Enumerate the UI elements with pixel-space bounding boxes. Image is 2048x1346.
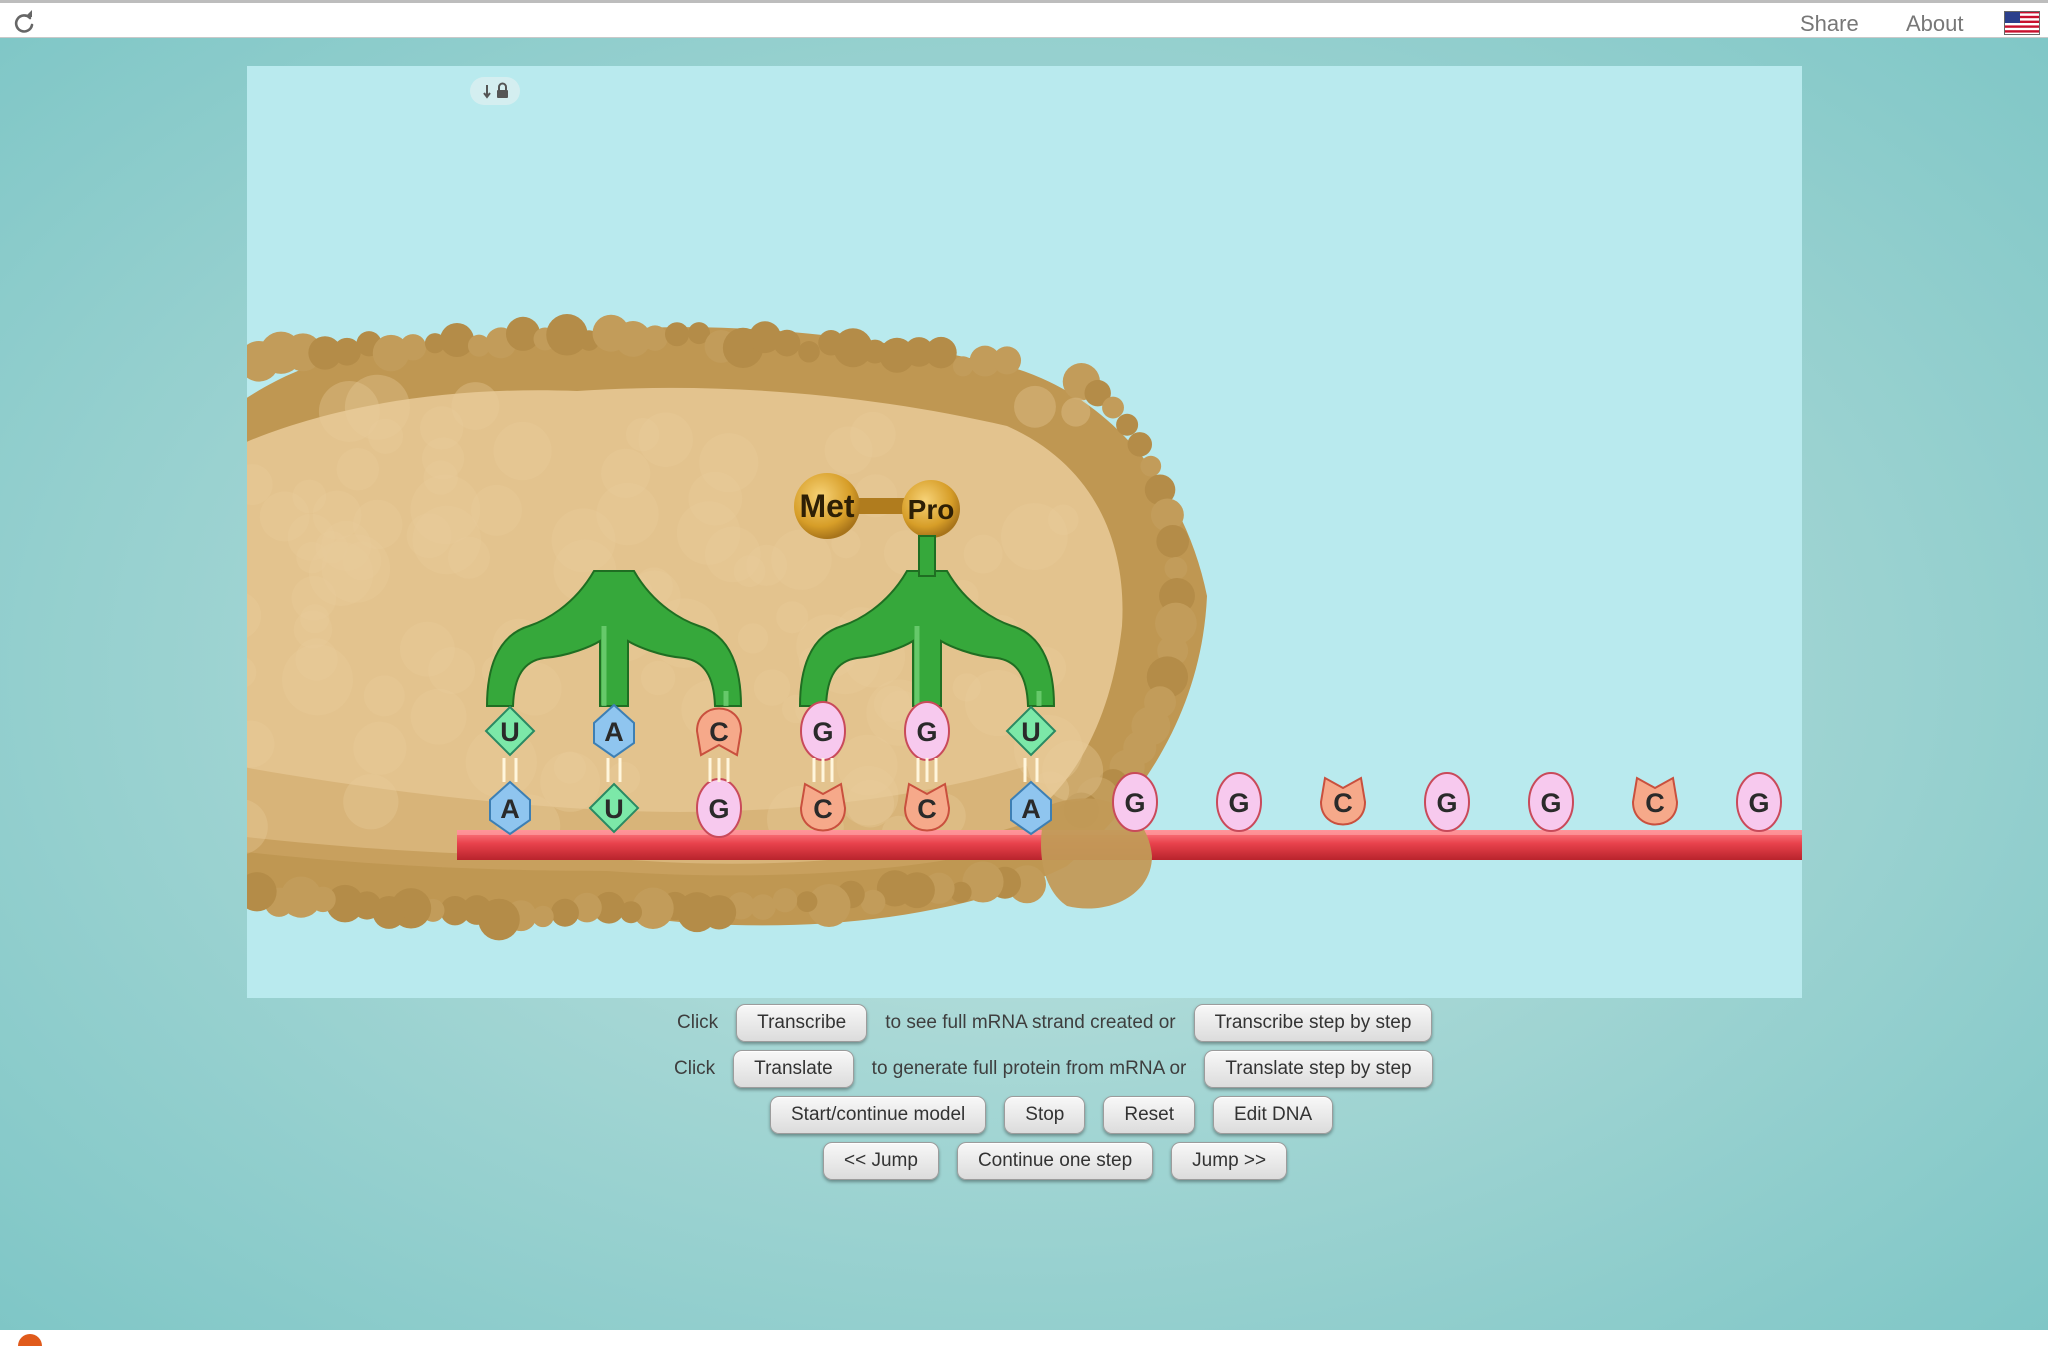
bottom-bar: [0, 1330, 2048, 1346]
svg-text:U: U: [604, 794, 624, 824]
edit-dna-button[interactable]: Edit DNA: [1213, 1096, 1334, 1134]
svg-text:Pro: Pro: [908, 494, 955, 525]
amino-acid-met: Met: [794, 473, 860, 539]
reset-button[interactable]: Reset: [1103, 1096, 1195, 1134]
mrna-base: G: [1216, 772, 1262, 832]
svg-text:G: G: [1540, 788, 1561, 818]
svg-text:G: G: [708, 794, 729, 824]
simulation-stage[interactable]: Met Pro A U G C C A G G C G G C G U A C G G U: [247, 66, 1802, 998]
mrna-base: G: [1528, 772, 1574, 832]
anticodon-base: G: [904, 701, 950, 761]
anticodon-base: G: [800, 701, 846, 761]
model-controls-row: Start/continue model Stop Reset Edit DNA: [770, 1095, 1351, 1135]
mrna-base: G: [696, 778, 742, 838]
svg-text:C: C: [1645, 788, 1665, 818]
mrna-base: G: [1424, 772, 1470, 832]
step-controls-row: << Jump Continue one step Jump >>: [823, 1141, 1305, 1181]
translate-description: to generate full protein from mRNA or: [871, 1058, 1187, 1079]
reload-icon[interactable]: [10, 9, 38, 37]
svg-text:A: A: [500, 794, 520, 824]
transcribe-description: to see full mRNA strand created or: [885, 1012, 1176, 1033]
amino-acid-pro: Pro: [902, 480, 960, 538]
svg-text:U: U: [500, 717, 520, 747]
translate-button[interactable]: Translate: [733, 1050, 854, 1088]
lock-icon: [483, 82, 508, 99]
svg-text:G: G: [916, 717, 937, 747]
svg-text:U: U: [1021, 717, 1041, 747]
svg-text:G: G: [1436, 788, 1457, 818]
transcribe-row: Click Transcribe to see full mRNA strand…: [677, 1003, 1450, 1043]
mrna-base: C: [1631, 776, 1679, 826]
translate-step-button[interactable]: Translate step by step: [1204, 1050, 1433, 1088]
transcribe-button[interactable]: Transcribe: [736, 1004, 868, 1042]
svg-text:C: C: [1333, 788, 1353, 818]
mrna-base: G: [1112, 772, 1158, 832]
svg-text:Met: Met: [799, 488, 854, 524]
translate-row: Click Translate to generate full protein…: [674, 1049, 1451, 1089]
click-label: Click: [677, 1012, 719, 1033]
stop-button[interactable]: Stop: [1004, 1096, 1086, 1134]
lock-toggle[interactable]: [470, 77, 520, 105]
top-bar: Share About: [0, 0, 2048, 38]
jump-back-button[interactable]: << Jump: [823, 1142, 939, 1180]
about-link[interactable]: About: [1906, 11, 1964, 37]
click-label: Click: [674, 1058, 716, 1079]
start-continue-button[interactable]: Start/continue model: [770, 1096, 987, 1134]
svg-text:C: C: [709, 717, 729, 747]
translation-scene: Met Pro A U G C C A G G C G G C G U A C G G U: [247, 314, 1802, 941]
svg-text:G: G: [1748, 788, 1769, 818]
svg-text:G: G: [812, 717, 833, 747]
us-flag-icon[interactable]: [2004, 11, 2040, 35]
svg-text:A: A: [1021, 794, 1041, 824]
mrna-base: G: [1736, 772, 1782, 832]
jump-forward-button[interactable]: Jump >>: [1171, 1142, 1288, 1180]
svg-text:A: A: [604, 717, 624, 747]
mrna-base: C: [1319, 776, 1367, 826]
transcribe-step-button[interactable]: Transcribe step by step: [1193, 1004, 1433, 1042]
share-link[interactable]: Share: [1800, 11, 1859, 37]
svg-text:G: G: [1228, 788, 1249, 818]
svg-text:C: C: [813, 794, 833, 824]
svg-text:G: G: [1124, 788, 1145, 818]
continue-one-step-button[interactable]: Continue one step: [956, 1142, 1154, 1180]
concord-logo-icon: [18, 1334, 42, 1346]
svg-text:C: C: [917, 794, 937, 824]
